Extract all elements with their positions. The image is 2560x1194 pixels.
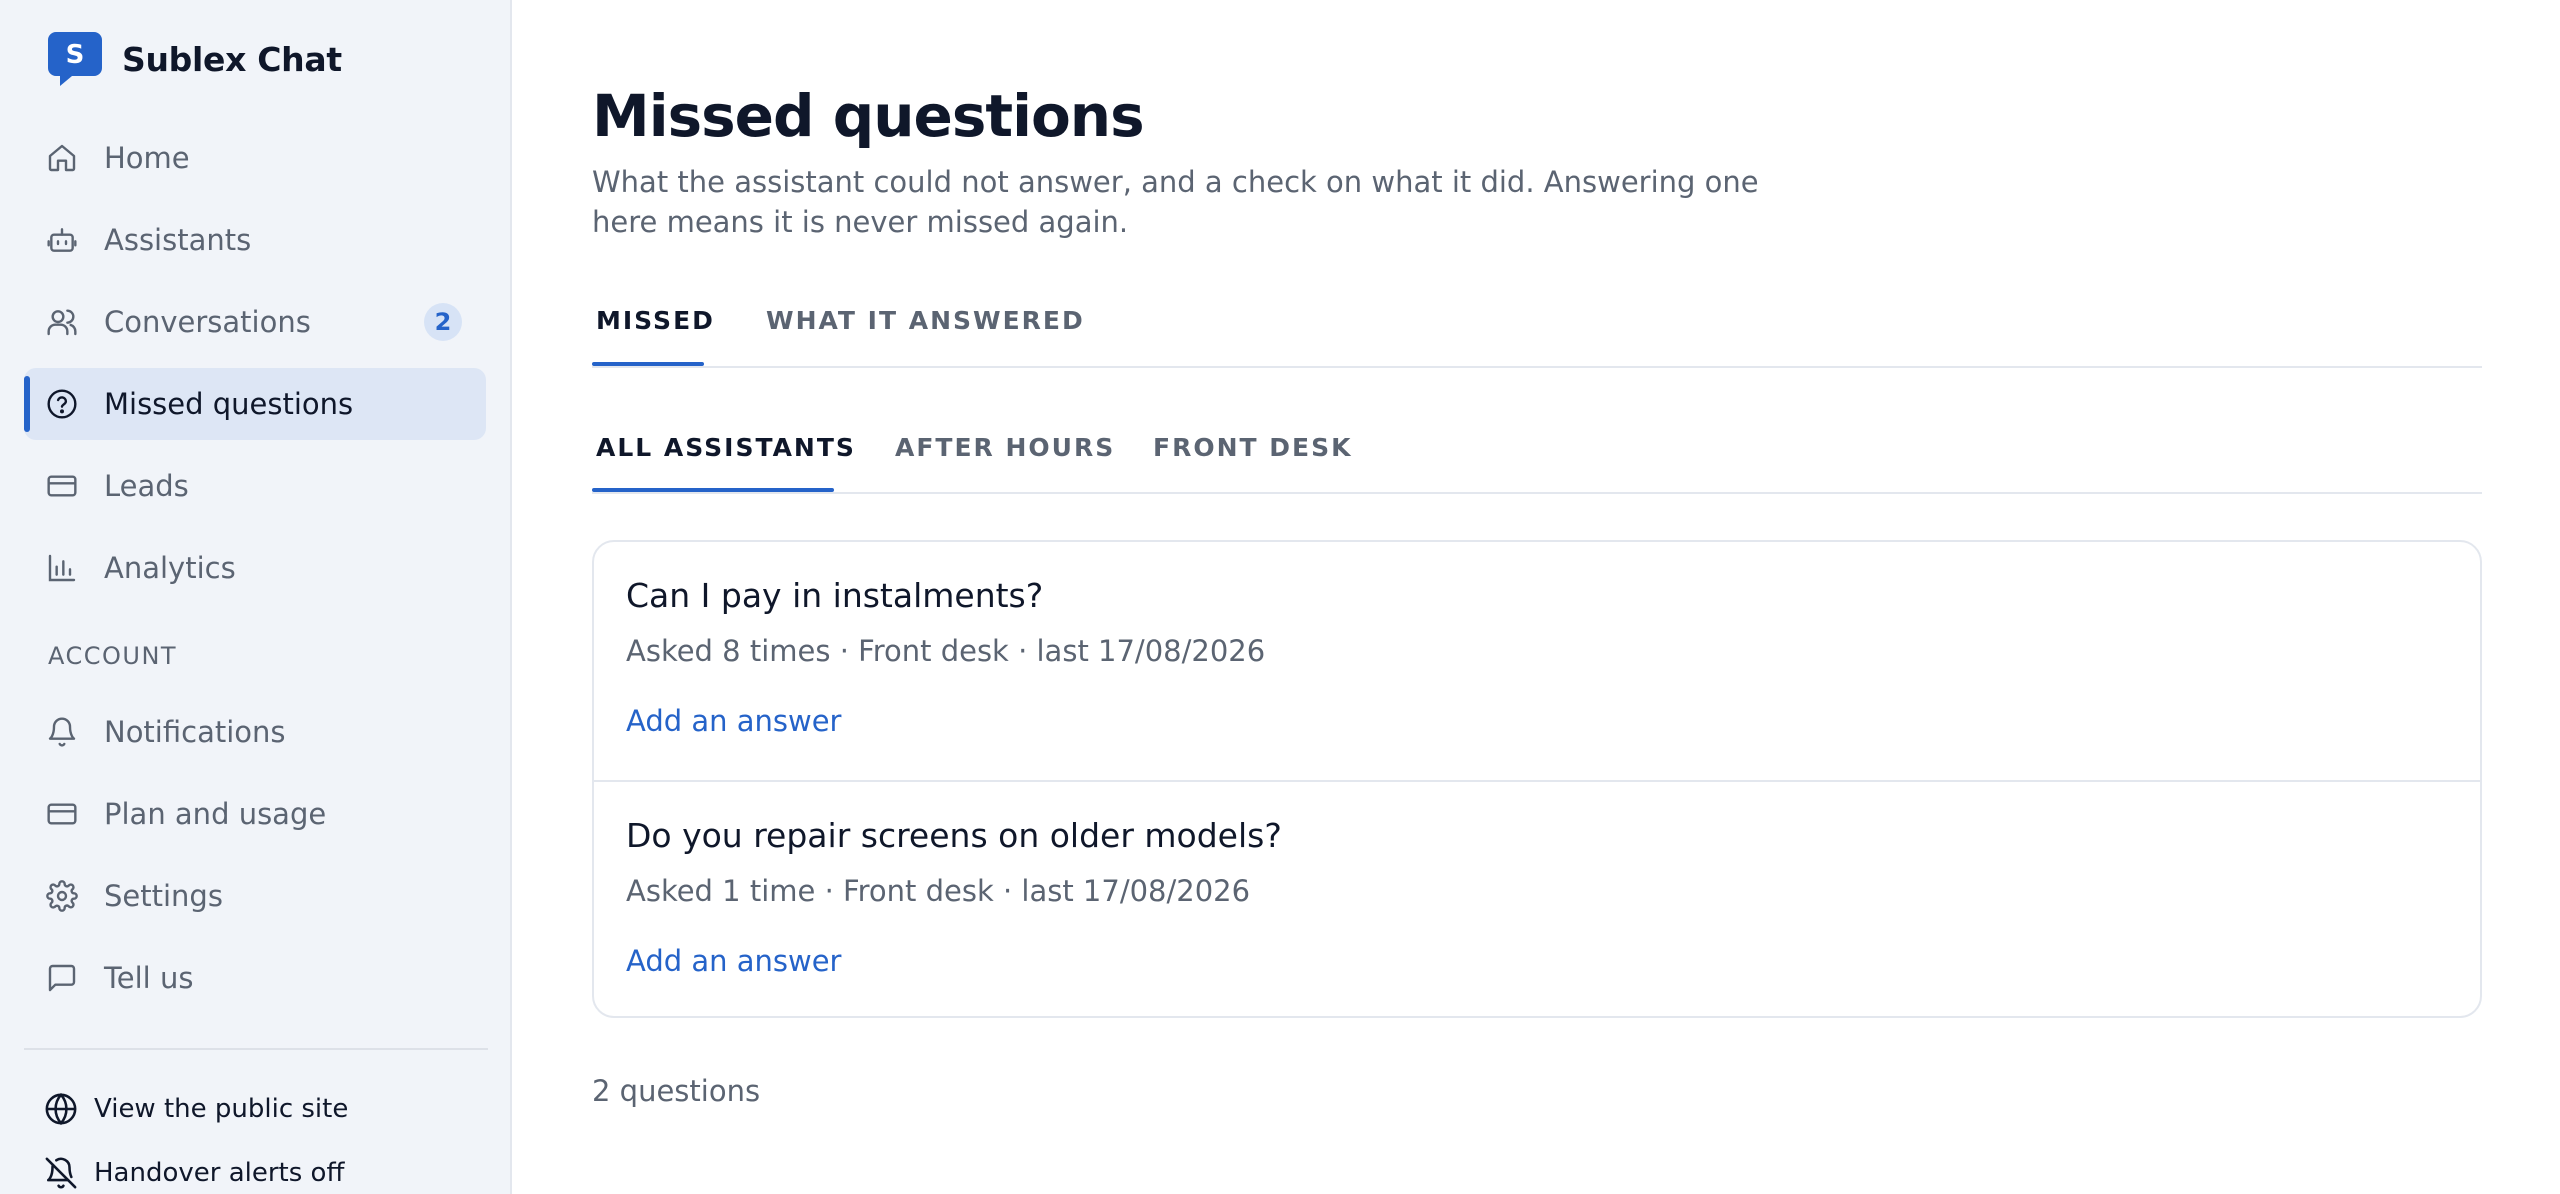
sidebar: S Sublex Chat Home Assistants Conversati…: [0, 0, 512, 1194]
brand[interactable]: S Sublex Chat: [48, 32, 342, 86]
sidebar-item-missed-questions[interactable]: Missed questions: [24, 368, 486, 440]
gear-icon: [46, 880, 78, 912]
sidebar-item-notifications[interactable]: Notifications: [24, 696, 486, 768]
sidebar-item-assistants[interactable]: Assistants: [24, 204, 486, 276]
view-public-site-link[interactable]: View the public site: [44, 1092, 348, 1126]
brand-name: Sublex Chat: [122, 39, 342, 79]
bar-chart-icon: [46, 552, 78, 584]
subtab-active-indicator: [592, 488, 834, 492]
sidebar-item-label: Plan and usage: [104, 797, 327, 831]
question-title: Can I pay in instalments?: [626, 576, 1044, 615]
list-item: Do you repair screens on older models? A…: [594, 780, 2480, 1016]
sidebar-item-home[interactable]: Home: [24, 122, 486, 194]
sidebar-item-settings[interactable]: Settings: [24, 860, 486, 932]
sidebar-item-label: Notifications: [104, 715, 286, 749]
account-section-label: ACCOUNT: [48, 642, 178, 670]
tab-missed[interactable]: MISSED: [596, 306, 715, 335]
card-icon: [46, 798, 78, 830]
question-meta: Asked 8 times · Front desk · last 17/08/…: [626, 634, 1266, 668]
sidebar-item-conversations[interactable]: Conversations 2: [24, 286, 486, 358]
handover-alerts-label: Handover alerts off: [94, 1158, 345, 1188]
subtab-after-hours[interactable]: AFTER HOURS: [895, 433, 1115, 462]
home-icon: [46, 142, 78, 174]
add-answer-link[interactable]: Add an answer: [626, 944, 841, 978]
bot-icon: [46, 224, 78, 256]
question-meta: Asked 1 time · Front desk · last 17/08/2…: [626, 874, 1251, 908]
users-icon: [46, 306, 78, 338]
question-title: Do you repair screens on older models?: [626, 816, 1282, 855]
unread-count-badge: 2: [424, 303, 462, 341]
sidebar-item-label: Settings: [104, 879, 223, 913]
tabs-divider: [592, 366, 2482, 368]
brand-logo: S: [48, 32, 102, 86]
handover-alerts-toggle[interactable]: Handover alerts off: [44, 1156, 344, 1190]
subtabs-divider: [592, 492, 2482, 494]
sidebar-item-label: Tell us: [104, 961, 194, 995]
page-title: Missed questions: [592, 82, 1145, 150]
list-item: Can I pay in instalments? Asked 8 times …: [594, 542, 2480, 780]
sidebar-item-tell-us[interactable]: Tell us: [24, 942, 486, 1014]
card-icon: [46, 470, 78, 502]
tab-what-it-answered[interactable]: WHAT IT ANSWERED: [766, 306, 1085, 335]
sidebar-item-plan-and-usage[interactable]: Plan and usage: [24, 778, 486, 850]
sidebar-item-leads[interactable]: Leads: [24, 450, 486, 522]
bell-icon: [46, 716, 78, 748]
sidebar-item-label: Assistants: [104, 223, 252, 257]
add-answer-link[interactable]: Add an answer: [626, 704, 841, 738]
subtab-all-assistants[interactable]: ALL ASSISTANTS: [596, 433, 856, 462]
brand-logo-letter: S: [66, 40, 85, 70]
view-public-site-label: View the public site: [94, 1094, 349, 1124]
sidebar-item-label: Analytics: [104, 551, 236, 585]
sidebar-item-label: Home: [104, 141, 190, 175]
sidebar-item-label: Missed questions: [104, 387, 354, 421]
help-circle-icon: [46, 388, 78, 420]
sidebar-item-analytics[interactable]: Analytics: [24, 532, 486, 604]
page-description: What the assistant could not answer, and…: [592, 165, 1759, 239]
sidebar-divider: [24, 1048, 488, 1050]
question-count: 2 questions: [592, 1074, 761, 1108]
sidebar-item-label: Leads: [104, 469, 189, 503]
missed-questions-list: Can I pay in instalments? Asked 8 times …: [592, 540, 2482, 1018]
sidebar-item-label: Conversations: [104, 305, 311, 339]
bell-off-icon: [44, 1156, 78, 1190]
message-icon: [46, 962, 78, 994]
globe-icon: [44, 1092, 78, 1126]
subtab-front-desk[interactable]: FRONT DESK: [1153, 433, 1352, 462]
tab-active-indicator: [592, 362, 704, 366]
